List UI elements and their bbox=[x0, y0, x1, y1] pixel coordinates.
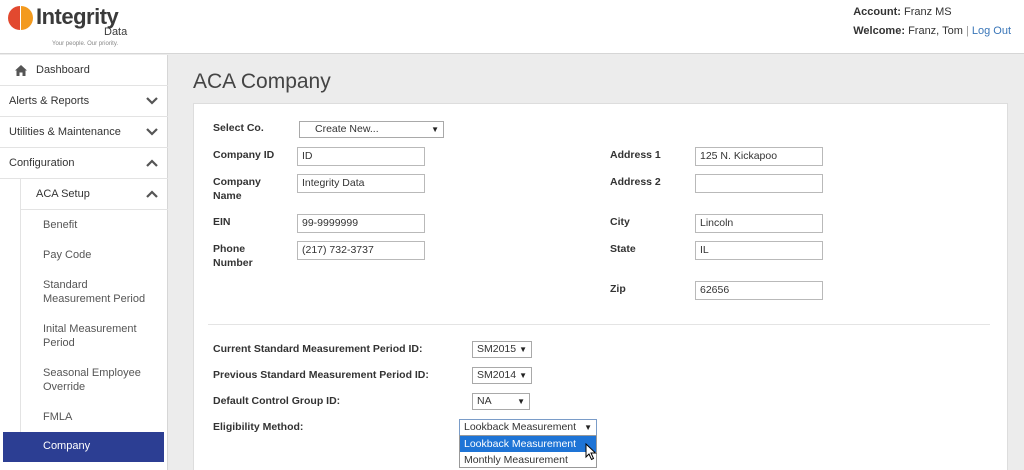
sidebar-item-pay-code[interactable]: Pay Code bbox=[43, 248, 91, 262]
integrity-data-logo[interactable]: Integrity Data Your people. Our priority… bbox=[8, 4, 148, 50]
sidebar-item-aca-setup[interactable]: ACA Setup bbox=[20, 179, 168, 210]
sidebar-item-benefit[interactable]: Benefit bbox=[43, 218, 77, 232]
address2-input[interactable] bbox=[695, 174, 823, 193]
sidebar-item-label: Override bbox=[43, 381, 86, 393]
sidebar-item-label: Seasonal Employee bbox=[43, 367, 141, 379]
state-label: State bbox=[610, 243, 636, 255]
label-line: Number bbox=[213, 257, 253, 269]
sidebar-item-alerts-reports[interactable]: Alerts & Reports bbox=[0, 86, 168, 117]
eligibility-method-options: Lookback Measurement Monthly Measurement bbox=[459, 435, 597, 468]
chevron-up-icon bbox=[146, 190, 158, 198]
address2-label: Address 2 bbox=[610, 176, 661, 188]
sidebar-item-utilities-maintenance[interactable]: Utilities & Maintenance bbox=[0, 117, 168, 148]
mouse-cursor-icon bbox=[585, 443, 597, 461]
eligibility-method-select[interactable]: Lookback Measurement ▼ bbox=[459, 419, 597, 436]
sidebar-item-label: Configuration bbox=[9, 157, 75, 169]
dropdown-arrow-icon: ▼ bbox=[431, 125, 439, 134]
current-smp-value: SM2015 bbox=[477, 343, 517, 355]
ein-input[interactable]: 99-9999999 bbox=[297, 214, 425, 233]
eligibility-method-value: Lookback Measurement bbox=[464, 421, 577, 433]
label-line: Company bbox=[213, 176, 261, 188]
account-separator: | bbox=[965, 25, 969, 37]
account-value: Franz MS bbox=[903, 6, 952, 18]
control-group-label: Default Control Group ID: bbox=[213, 395, 341, 407]
home-icon bbox=[15, 65, 27, 76]
sidebar-item-label: Measurement Period bbox=[43, 293, 146, 305]
chevron-up-icon bbox=[146, 159, 158, 167]
chevron-down-icon bbox=[146, 128, 158, 136]
dropdown-arrow-icon: ▼ bbox=[584, 423, 592, 432]
sidebar-item-label: Period bbox=[43, 337, 75, 349]
dropdown-arrow-icon: ▼ bbox=[519, 345, 527, 354]
ein-label: EIN bbox=[213, 216, 231, 228]
account-label: Account: bbox=[853, 6, 901, 18]
sidebar-item-label: Utilities & Maintenance bbox=[9, 126, 121, 138]
sidebar-item-label: Inital Measurement bbox=[43, 323, 137, 335]
eligibility-method-label: Eligibility Method: bbox=[213, 421, 304, 433]
address1-label: Address 1 bbox=[610, 149, 661, 161]
previous-smp-label: Previous Standard Measurement Period ID: bbox=[213, 369, 429, 381]
company-name-label: Company Name bbox=[213, 175, 261, 203]
company-name-input[interactable]: Integrity Data bbox=[297, 174, 425, 193]
chevron-down-icon bbox=[146, 97, 158, 105]
sidebar-item-label: Alerts & Reports bbox=[9, 95, 90, 107]
current-smp-select[interactable]: SM2015 ▼ bbox=[472, 341, 532, 358]
current-smp-label: Current Standard Measurement Period ID: bbox=[213, 343, 423, 355]
select-co-dropdown[interactable]: Create New... ▼ bbox=[299, 121, 444, 138]
sidebar-item-label: Company bbox=[43, 440, 91, 452]
company-id-input[interactable]: ID bbox=[297, 147, 425, 166]
control-group-value: NA bbox=[477, 395, 492, 407]
sidebar-item-label: Dashboard bbox=[36, 64, 90, 76]
previous-smp-value: SM2014 bbox=[477, 369, 517, 381]
user-name: Franz, Tom bbox=[908, 25, 963, 37]
zip-label: Zip bbox=[610, 283, 626, 295]
logo-mark-icon bbox=[8, 6, 34, 32]
page-title: ACA Company bbox=[193, 70, 331, 93]
company-id-label: Company ID bbox=[213, 149, 275, 161]
sidebar-item-fmla[interactable]: FMLA bbox=[43, 410, 72, 424]
option-monthly-measurement[interactable]: Monthly Measurement bbox=[460, 452, 596, 468]
sidebar-item-initial-measurement-period[interactable]: Inital Measurement Period bbox=[43, 322, 137, 350]
welcome-label: Welcome: bbox=[853, 25, 905, 37]
logo-sub: Data bbox=[104, 26, 128, 38]
state-input[interactable]: IL bbox=[695, 241, 823, 260]
city-input[interactable]: Lincoln bbox=[695, 214, 823, 233]
city-label: City bbox=[610, 216, 630, 228]
section-divider bbox=[208, 324, 990, 325]
dropdown-arrow-icon: ▼ bbox=[517, 397, 525, 406]
logout-link[interactable]: Log Out bbox=[972, 25, 1011, 37]
sidebar-item-company[interactable]: Company bbox=[3, 432, 164, 462]
address1-input[interactable]: 125 N. Kickapoo bbox=[695, 147, 823, 166]
sidebar-item-label: Standard bbox=[43, 279, 88, 291]
zip-input[interactable]: 62656 bbox=[695, 281, 823, 300]
previous-smp-select[interactable]: SM2014 ▼ bbox=[472, 367, 532, 384]
sidebar-item-configuration[interactable]: Configuration bbox=[0, 148, 168, 179]
logo-tagline: Your people. Our priority. bbox=[52, 41, 119, 47]
account-info: Account: Franz MS Welcome: Franz, Tom | … bbox=[853, 3, 1011, 41]
sidebar-item-label: ACA Setup bbox=[36, 188, 90, 200]
option-lookback-measurement[interactable]: Lookback Measurement bbox=[460, 436, 596, 452]
label-line: Phone bbox=[213, 243, 246, 255]
app-header: Integrity Data Your people. Our priority… bbox=[0, 0, 1024, 54]
sidebar-item-standard-measurement-period[interactable]: Standard Measurement Period bbox=[43, 278, 145, 306]
sidebar-item-dashboard[interactable]: Dashboard bbox=[0, 55, 168, 86]
control-group-select[interactable]: NA ▼ bbox=[472, 393, 530, 410]
sidebar-item-seasonal-employee-override[interactable]: Seasonal Employee Override bbox=[43, 366, 141, 394]
select-co-label: Select Co. bbox=[213, 122, 264, 134]
select-co-value: Create New... bbox=[315, 123, 379, 135]
phone-number-label: Phone Number bbox=[213, 242, 253, 270]
dropdown-arrow-icon: ▼ bbox=[519, 371, 527, 380]
sidebar-nav: Dashboard Alerts & Reports Utilities & M… bbox=[0, 55, 168, 470]
phone-number-input[interactable]: (217) 732-3737 bbox=[297, 241, 425, 260]
label-line: Name bbox=[213, 190, 242, 202]
